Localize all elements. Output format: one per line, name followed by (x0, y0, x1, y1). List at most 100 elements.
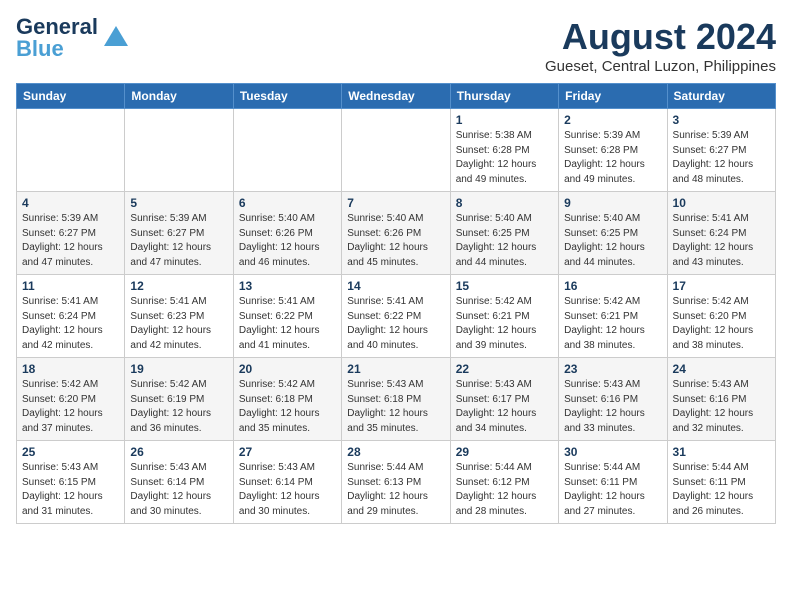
day-info: Sunrise: 5:41 AM Sunset: 6:24 PM Dayligh… (673, 212, 770, 270)
calendar-cell: 26 Sunrise: 5:43 AM Sunset: 6:14 PM Dayli… (125, 441, 233, 524)
day-number: 2 (564, 113, 661, 127)
day-info: Sunrise: 5:42 AM Sunset: 6:21 PM Dayligh… (456, 295, 553, 353)
day-info: Sunrise: 5:40 AM Sunset: 6:25 PM Dayligh… (456, 212, 553, 270)
calendar-cell: 16 Sunrise: 5:42 AM Sunset: 6:21 PM Dayli… (559, 275, 667, 358)
day-number: 20 (239, 362, 336, 376)
calendar-cell: 14Sunrise: 5:41 AM Sunset: 6:22 PM Dayli… (342, 275, 450, 358)
day-number: 12 (130, 279, 227, 293)
calendar-week-row: 1 Sunrise: 5:38 AM Sunset: 6:28 PM Daylig… (17, 109, 776, 192)
day-number: 19 (130, 362, 227, 376)
day-info: Sunrise: 5:41 AM Sunset: 6:24 PM Dayligh… (22, 295, 119, 353)
calendar-cell: 24 Sunrise: 5:43 AM Sunset: 6:16 PM Dayli… (667, 358, 775, 441)
calendar-cell (233, 109, 341, 192)
day-number: 4 (22, 196, 119, 210)
calendar-week-row: 11Sunrise: 5:41 AM Sunset: 6:24 PM Dayli… (17, 275, 776, 358)
calendar-cell: 23 Sunrise: 5:43 AM Sunset: 6:16 PM Dayli… (559, 358, 667, 441)
calendar-header-cell: Saturday (667, 84, 775, 109)
calendar-cell: 2 Sunrise: 5:39 AM Sunset: 6:28 PM Daylig… (559, 109, 667, 192)
day-number: 13 (239, 279, 336, 293)
calendar-cell: 13 Sunrise: 5:41 AM Sunset: 6:22 PM Dayli… (233, 275, 341, 358)
calendar-cell: 30 Sunrise: 5:44 AM Sunset: 6:11 PM Dayli… (559, 441, 667, 524)
day-info: Sunrise: 5:43 AM Sunset: 6:14 PM Dayligh… (239, 461, 336, 519)
day-info: Sunrise: 5:42 AM Sunset: 6:21 PM Dayligh… (564, 295, 661, 353)
day-number: 27 (239, 445, 336, 459)
day-number: 17 (673, 279, 770, 293)
calendar-header-cell: Wednesday (342, 84, 450, 109)
day-info: Sunrise: 5:39 AM Sunset: 6:28 PM Dayligh… (564, 129, 661, 187)
day-number: 26 (130, 445, 227, 459)
calendar-header-cell: Thursday (450, 84, 558, 109)
day-info: Sunrise: 5:44 AM Sunset: 6:12 PM Dayligh… (456, 461, 553, 519)
day-number: 21 (347, 362, 444, 376)
day-number: 3 (673, 113, 770, 127)
calendar-cell: 15Sunrise: 5:42 AM Sunset: 6:21 PM Dayli… (450, 275, 558, 358)
calendar-cell: 31Sunrise: 5:44 AM Sunset: 6:11 PM Dayli… (667, 441, 775, 524)
day-number: 9 (564, 196, 661, 210)
day-info: Sunrise: 5:43 AM Sunset: 6:16 PM Dayligh… (564, 378, 661, 436)
calendar-week-row: 4 Sunrise: 5:39 AM Sunset: 6:27 PM Daylig… (17, 192, 776, 275)
day-number: 23 (564, 362, 661, 376)
calendar-cell: 28 Sunrise: 5:44 AM Sunset: 6:13 PM Dayli… (342, 441, 450, 524)
calendar-cell (342, 109, 450, 192)
day-number: 7 (347, 196, 444, 210)
calendar-cell: 7 Sunrise: 5:40 AM Sunset: 6:26 PM Daylig… (342, 192, 450, 275)
day-info: Sunrise: 5:43 AM Sunset: 6:16 PM Dayligh… (673, 378, 770, 436)
calendar-body: 1 Sunrise: 5:38 AM Sunset: 6:28 PM Daylig… (17, 109, 776, 524)
calendar-table: SundayMondayTuesdayWednesdayThursdayFrid… (16, 83, 776, 524)
day-info: Sunrise: 5:43 AM Sunset: 6:18 PM Dayligh… (347, 378, 444, 436)
day-info: Sunrise: 5:44 AM Sunset: 6:11 PM Dayligh… (564, 461, 661, 519)
day-info: Sunrise: 5:39 AM Sunset: 6:27 PM Dayligh… (130, 212, 227, 270)
title-area: August 2024 Gueset, Central Luzon, Phili… (545, 16, 776, 75)
calendar-cell: 11Sunrise: 5:41 AM Sunset: 6:24 PM Dayli… (17, 275, 125, 358)
calendar-cell: 1 Sunrise: 5:38 AM Sunset: 6:28 PM Daylig… (450, 109, 558, 192)
calendar-cell: 21 Sunrise: 5:43 AM Sunset: 6:18 PM Dayli… (342, 358, 450, 441)
day-info: Sunrise: 5:43 AM Sunset: 6:17 PM Dayligh… (456, 378, 553, 436)
calendar-cell: 8 Sunrise: 5:40 AM Sunset: 6:25 PM Daylig… (450, 192, 558, 275)
day-info: Sunrise: 5:44 AM Sunset: 6:13 PM Dayligh… (347, 461, 444, 519)
day-info: Sunrise: 5:41 AM Sunset: 6:23 PM Dayligh… (130, 295, 227, 353)
calendar-cell: 20Sunrise: 5:42 AM Sunset: 6:18 PM Dayli… (233, 358, 341, 441)
day-info: Sunrise: 5:38 AM Sunset: 6:28 PM Dayligh… (456, 129, 553, 187)
header: GeneralBlue August 2024 Gueset, Central … (16, 16, 776, 75)
day-number: 28 (347, 445, 444, 459)
logo: GeneralBlue (16, 16, 130, 60)
day-info: Sunrise: 5:44 AM Sunset: 6:11 PM Dayligh… (673, 461, 770, 519)
day-number: 1 (456, 113, 553, 127)
calendar-title: August 2024 (545, 16, 776, 58)
calendar-cell: 3 Sunrise: 5:39 AM Sunset: 6:27 PM Daylig… (667, 109, 775, 192)
day-info: Sunrise: 5:40 AM Sunset: 6:26 PM Dayligh… (239, 212, 336, 270)
calendar-header-row: SundayMondayTuesdayWednesdayThursdayFrid… (17, 84, 776, 109)
day-number: 16 (564, 279, 661, 293)
calendar-cell: 9 Sunrise: 5:40 AM Sunset: 6:25 PM Daylig… (559, 192, 667, 275)
calendar-cell: 4Sunrise: 5:39 AM Sunset: 6:27 PM Daylig… (17, 192, 125, 275)
day-number: 24 (673, 362, 770, 376)
day-info: Sunrise: 5:40 AM Sunset: 6:25 PM Dayligh… (564, 212, 661, 270)
day-info: Sunrise: 5:41 AM Sunset: 6:22 PM Dayligh… (239, 295, 336, 353)
calendar-cell: 10Sunrise: 5:41 AM Sunset: 6:24 PM Dayli… (667, 192, 775, 275)
day-info: Sunrise: 5:43 AM Sunset: 6:14 PM Dayligh… (130, 461, 227, 519)
calendar-cell: 27 Sunrise: 5:43 AM Sunset: 6:14 PM Dayli… (233, 441, 341, 524)
calendar-header-cell: Tuesday (233, 84, 341, 109)
logo-icon (102, 24, 130, 52)
day-number: 22 (456, 362, 553, 376)
calendar-header-cell: Friday (559, 84, 667, 109)
day-info: Sunrise: 5:40 AM Sunset: 6:26 PM Dayligh… (347, 212, 444, 270)
calendar-cell: 5 Sunrise: 5:39 AM Sunset: 6:27 PM Daylig… (125, 192, 233, 275)
day-info: Sunrise: 5:43 AM Sunset: 6:15 PM Dayligh… (22, 461, 119, 519)
calendar-cell: 17 Sunrise: 5:42 AM Sunset: 6:20 PM Dayli… (667, 275, 775, 358)
day-number: 8 (456, 196, 553, 210)
logo-text: GeneralBlue (16, 16, 98, 60)
day-number: 30 (564, 445, 661, 459)
calendar-cell: 6Sunrise: 5:40 AM Sunset: 6:26 PM Daylig… (233, 192, 341, 275)
calendar-week-row: 25 Sunrise: 5:43 AM Sunset: 6:15 PM Dayli… (17, 441, 776, 524)
calendar-cell: 12 Sunrise: 5:41 AM Sunset: 6:23 PM Dayli… (125, 275, 233, 358)
calendar-cell: 18Sunrise: 5:42 AM Sunset: 6:20 PM Dayli… (17, 358, 125, 441)
day-info: Sunrise: 5:42 AM Sunset: 6:20 PM Dayligh… (673, 295, 770, 353)
day-number: 5 (130, 196, 227, 210)
day-number: 18 (22, 362, 119, 376)
day-number: 29 (456, 445, 553, 459)
day-info: Sunrise: 5:39 AM Sunset: 6:27 PM Dayligh… (673, 129, 770, 187)
day-info: Sunrise: 5:41 AM Sunset: 6:22 PM Dayligh… (347, 295, 444, 353)
calendar-header-cell: Monday (125, 84, 233, 109)
day-number: 25 (22, 445, 119, 459)
